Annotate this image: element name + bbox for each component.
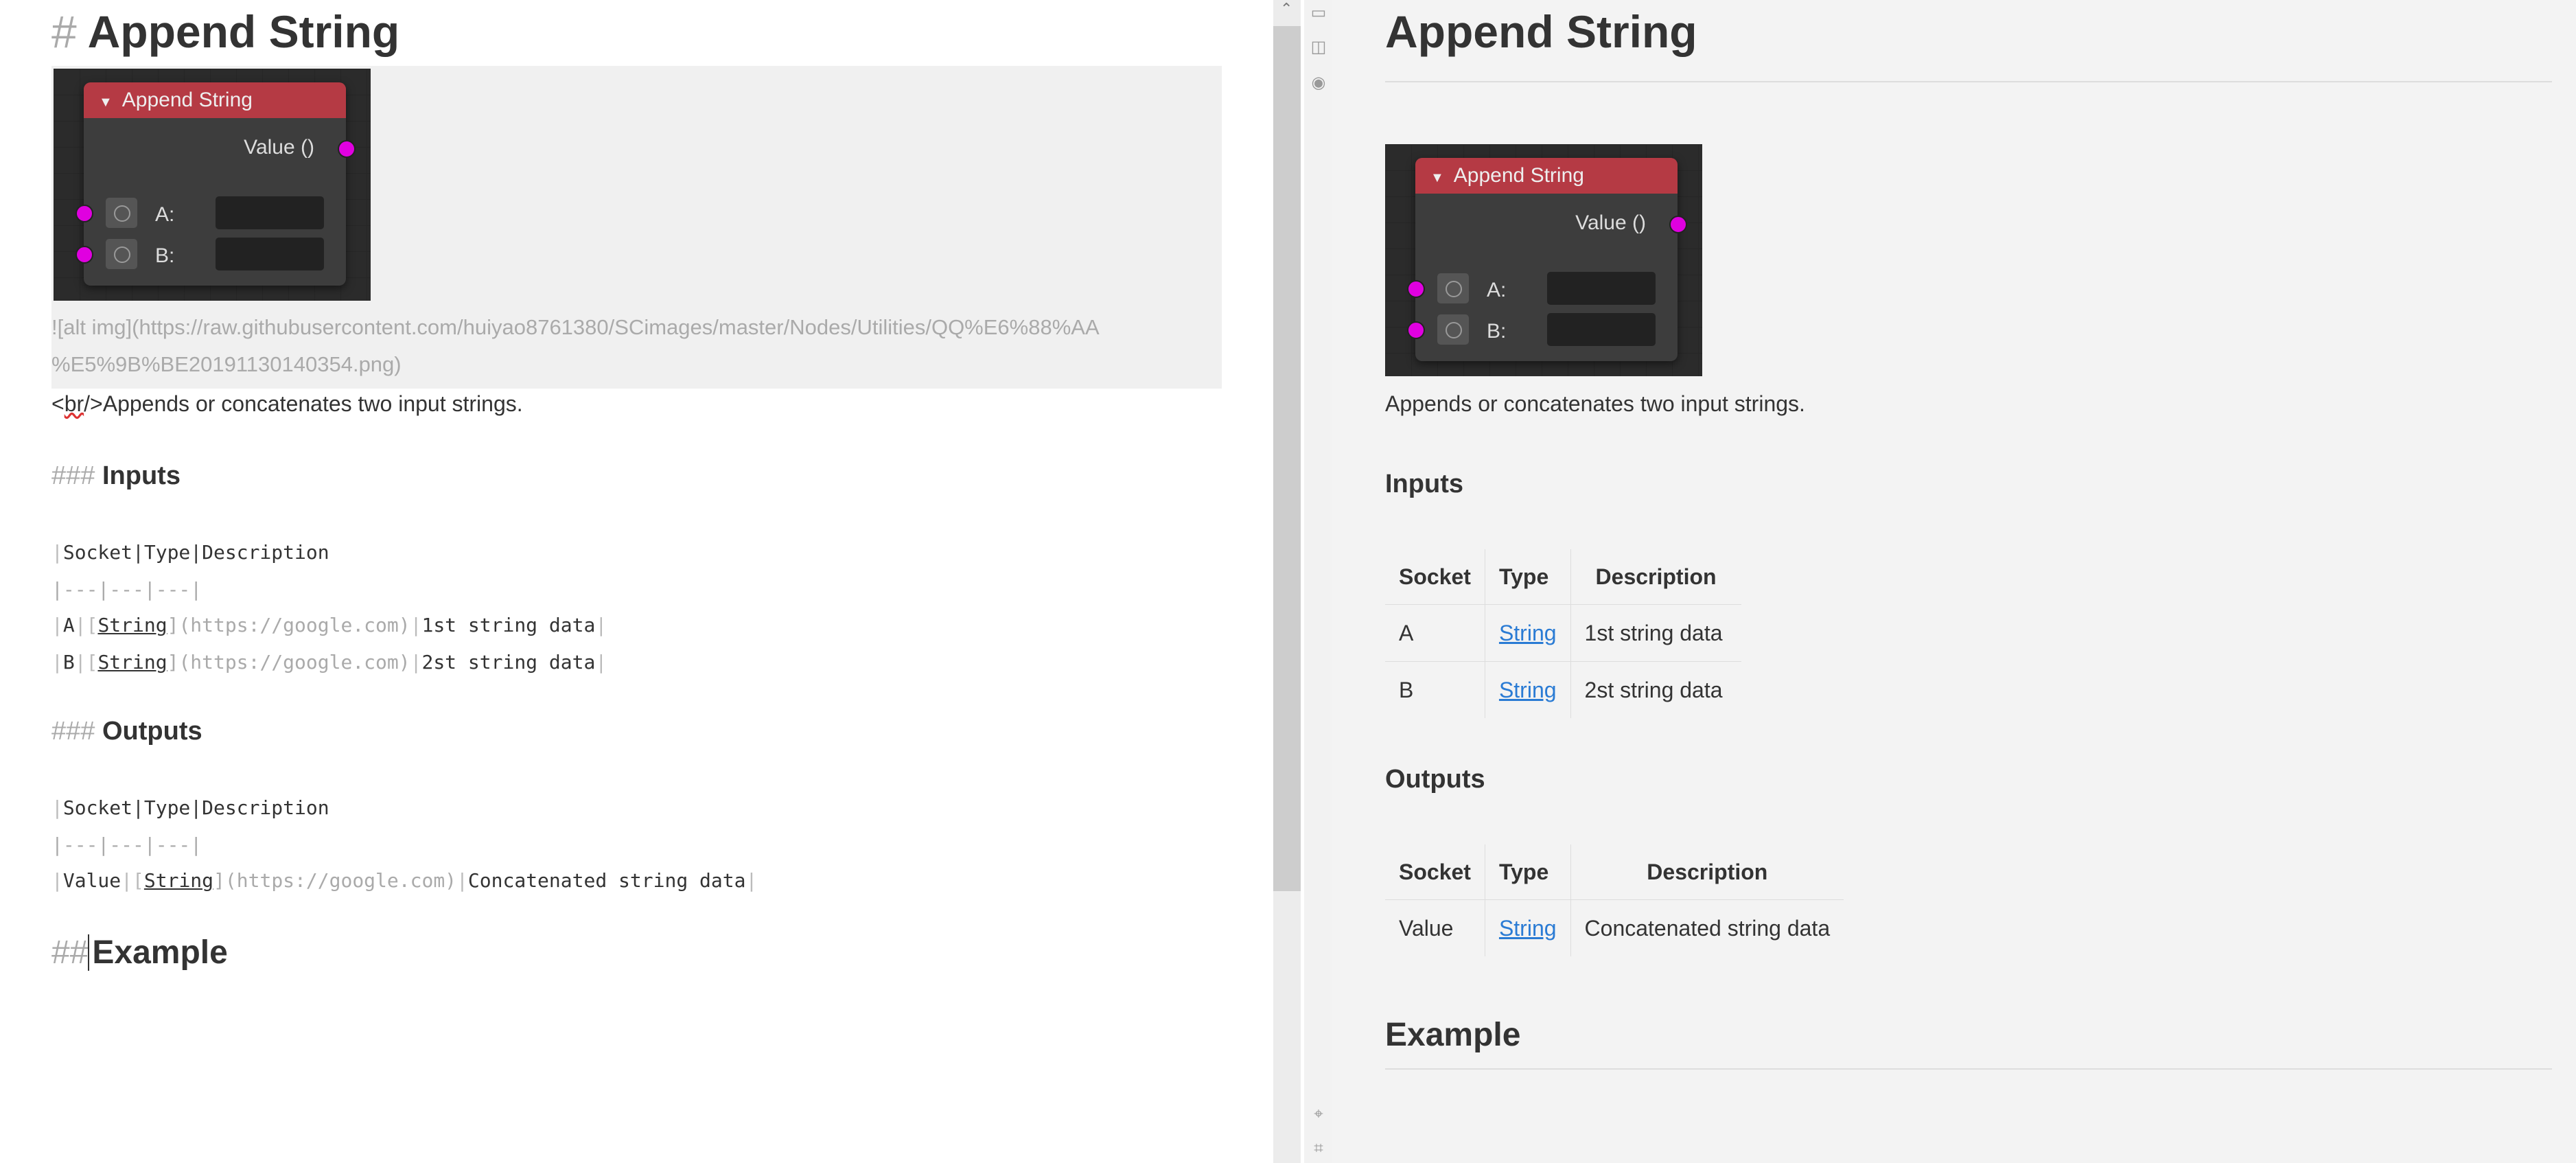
inputs-row-a: |A|[String](https://google.com)|1st stri… [51,614,607,636]
preview-outputs-heading: Outputs [1385,765,1485,794]
input-a-field [216,196,324,229]
output-socket [338,140,356,158]
string-type-link[interactable]: String [1499,621,1557,645]
input-b-field [216,238,324,270]
append-string-node: ▼ Append String Value () A: B: [84,82,346,286]
eye-icon[interactable]: ◉ [1310,74,1327,92]
append-string-node-preview: ▼ Append String Value () A: B: [1415,158,1678,361]
node-output-label: Value () [244,136,314,159]
preview-inputs-heading: Inputs [1385,470,1463,498]
editor-scrollbar[interactable]: ⌃ [1273,0,1301,1163]
table-row: B String 2st string data [1385,661,1741,718]
fit-icon[interactable]: ⌗ [1310,1140,1327,1158]
input-b-toggle [106,239,137,269]
outputs-row-value: |Value|[String](https://google.com)|Conc… [51,869,758,892]
example-divider [1385,1068,2552,1070]
outputs-table: Socket Type Description Value String Con… [1385,844,1844,956]
preview-title: Append String [1385,6,1697,57]
description-line: <br/>Appends or concatenates two input s… [51,391,523,416]
node-image-preview: ▼ Append String Value () A: B: [1385,144,1702,376]
table-row: Value String Concatenated string data [1385,899,1844,956]
inputs-separator-row: |---|---|---| [51,578,202,601]
input-b-label: B: [155,244,175,267]
string-type-link[interactable]: String [1499,916,1557,941]
markdown-editor[interactable]: # Append String ▼ Append String Value () … [0,0,1273,1163]
node-header: ▼ Append String [84,82,346,118]
node-image-editor: ▼ Append String Value () A: B: [54,69,371,301]
outputs-header-row: |Socket|Type|Description [51,796,329,819]
view-toolbar: ▭ ◫ ◉ ⌖ ⌗ [1304,0,1332,1163]
window-icon[interactable]: ▭ [1310,4,1327,22]
scrollbar-thumb[interactable] [1273,26,1301,891]
image-markdown-source: ![alt img](https://raw.githubusercontent… [51,315,1100,376]
inputs-header-row: |Socket|Type|Description [51,541,329,564]
node-output-label-preview: Value () [1575,211,1646,234]
string-type-link[interactable]: String [1499,678,1557,702]
table-row: A String 1st string data [1385,604,1741,662]
preview-example-heading: Example [1385,1017,1521,1053]
preview-description: Appends or concatenates two input string… [1385,391,1805,416]
outputs-separator-row: |---|---|---| [51,833,202,856]
split-view-icon[interactable]: ◫ [1310,38,1327,56]
title-divider [1385,81,2552,82]
input-a-socket [76,205,93,222]
example-heading-source: ## Example [51,934,228,971]
inputs-table: Socket Type Description A String 1st str… [1385,549,1741,718]
inputs-row-b: |B|[String](https://google.com)|2st stri… [51,651,607,673]
inputs-heading-source: ### Inputs [51,461,181,490]
crosshair-icon[interactable]: ⌖ [1310,1105,1327,1123]
input-b-socket [76,246,93,264]
input-a-label: A: [155,203,175,226]
input-a-toggle [106,198,137,228]
editor-title: # Append String [51,6,400,57]
scroll-up-icon[interactable]: ⌃ [1280,0,1292,18]
outputs-heading-source: ### Outputs [51,717,202,746]
node-header-preview: ▼ Append String [1415,158,1678,194]
